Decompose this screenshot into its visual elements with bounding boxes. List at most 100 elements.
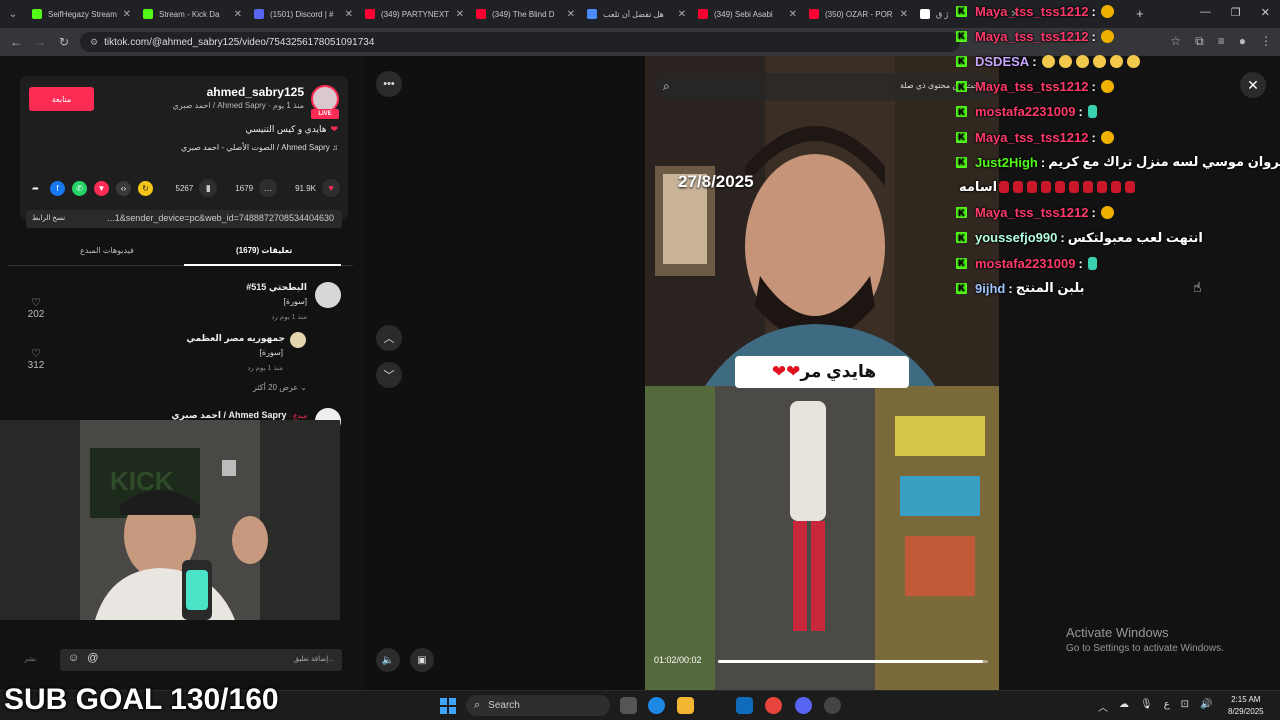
follow-button[interactable]: متابعة (29, 87, 94, 111)
bookmark-icon[interactable]: ▮ (199, 179, 218, 197)
chat-emote-icon (1058, 54, 1072, 68)
embed-code-icon[interactable]: ‹› (116, 181, 131, 196)
share-arrow-icon[interactable]: ➦ (28, 181, 43, 196)
comment-avatar[interactable] (290, 332, 306, 348)
browser-tab[interactable]: (1501) Discord | # ✕ (248, 0, 359, 28)
task-view-icon[interactable] (620, 697, 637, 714)
tray-chevron-up-icon[interactable]: ︿ (1098, 699, 1108, 714)
tab-close-icon[interactable]: ✕ (234, 9, 242, 20)
heart-emoji-icon: ❤ (330, 124, 338, 134)
view-more-replies[interactable]: عرض 20 أكثر ⌄ (253, 383, 307, 392)
edge-browser-icon[interactable] (648, 697, 665, 714)
previous-video-chevron-up-icon[interactable]: ︿ (376, 325, 402, 351)
microphone-icon[interactable]: 🎙 (1140, 699, 1153, 714)
comment-like-count: 312 (27, 360, 45, 371)
taskbar-clock[interactable]: 2:15 AM 8/29/2025 (1228, 694, 1264, 718)
facebook-icon[interactable]: f (50, 181, 65, 196)
post-comment-button[interactable]: نشر (24, 655, 36, 663)
author-username[interactable]: ahmed_sabry125 (207, 85, 304, 99)
browser-tab[interactable]: (349) PARTYNEXT ✕ (359, 0, 470, 28)
comment-heart-icon[interactable]: ♡ (26, 296, 46, 309)
tab-label: هل تفضل أن تلعب (603, 9, 664, 19)
chrome-icon[interactable] (765, 697, 782, 714)
tab-close-icon[interactable]: ✕ (789, 9, 797, 20)
tab-favicon-icon (698, 9, 708, 19)
repost-icon[interactable]: ↻ (138, 181, 153, 196)
taskbar-search[interactable]: ⌕ Search (466, 695, 610, 716)
keyboard-language[interactable]: ع (1164, 699, 1170, 714)
comment-avatar[interactable] (315, 282, 341, 308)
comment-meta[interactable]: منذ 1 يوم رد (271, 313, 307, 321)
sound-link[interactable]: الصوت الأصلي - احمد صبري / Ahmed Sapry ♫ (181, 143, 338, 152)
comment-input[interactable]: ☺ @ إضافة تعليق... (60, 649, 342, 671)
comment-heart-icon[interactable]: ♡ (26, 347, 46, 360)
tab-favicon-icon (587, 9, 597, 19)
discord-icon[interactable] (795, 697, 812, 714)
emoji-icon[interactable]: ☺ (68, 652, 79, 664)
tab-close-icon[interactable]: ✕ (123, 9, 131, 20)
comment-like[interactable]: ♡ 202 (26, 296, 46, 320)
share-link-text[interactable]: ...1&sender_device=pc&web_id=74888727085… (107, 213, 334, 223)
tab-close-icon[interactable]: ✕ (456, 9, 464, 20)
video-player[interactable]: 27/8/2025 ❤❤ هايدي مر 01:02/00:02 (645, 56, 999, 690)
chevron-down-icon: ⌄ (300, 383, 307, 392)
mention-at-icon[interactable]: @ (87, 652, 98, 664)
comment-meta[interactable]: منذ 1 يوم رد (247, 364, 283, 372)
chat-username: Maya_tss_tss1212 (975, 205, 1089, 221)
caption-overlay-hearts: ❤❤ (771, 362, 801, 381)
next-video-chevron-down-icon[interactable]: ﹀ (376, 362, 402, 388)
tab-creator-videos[interactable]: فيديوهات المبدع (80, 246, 134, 255)
whatsapp-icon[interactable]: ✆ (72, 181, 87, 196)
related-search-bar[interactable]: ⌕ ابحث عن محتوى ذي صلة (655, 73, 995, 101)
windows-start-icon[interactable] (440, 698, 456, 714)
browser-tab[interactable]: (350) OZAR - POR ✕ (803, 0, 914, 28)
search-icon[interactable]: ⌕ (663, 79, 670, 94)
tab-close-icon[interactable]: ✕ (678, 9, 686, 20)
chat-username: Just2High (975, 154, 1038, 170)
forward-arrow-icon[interactable]: → (28, 35, 52, 49)
tab-close-icon[interactable]: ✕ (345, 9, 353, 20)
tab-search-chevron-icon[interactable]: ⌄ (0, 0, 26, 28)
tab-close-icon[interactable]: ✕ (567, 9, 575, 20)
kick-badge-icon: K (956, 106, 967, 118)
url-field[interactable]: ⚙ tiktok.com/@ahmed_sabry125/video/75432… (80, 32, 960, 52)
send-to-friends-icon[interactable]: ▼ (94, 181, 109, 196)
chat-emote-icon (1111, 181, 1122, 194)
video-progress-bar[interactable] (718, 660, 988, 663)
music-note-icon: ♫ (332, 143, 338, 152)
site-info-icon[interactable]: ⚙ (90, 37, 98, 48)
browser-tab[interactable]: (349) The Blind D ✕ (470, 0, 581, 28)
video-caption-overlay: ❤❤ هايدي مر (735, 356, 909, 388)
picture-in-picture-icon[interactable]: ▣ (410, 648, 434, 672)
comment-username[interactable]: جمهوريه مصر العظمي (186, 333, 285, 344)
speaker-icon[interactable]: 🔊 (1200, 699, 1212, 714)
reload-icon[interactable]: ↻ (52, 35, 76, 49)
more-replies-text: عرض 20 أكثر (252, 383, 299, 392)
tab-favicon-icon (809, 9, 819, 19)
tab-comments[interactable]: تعليقات (1679) (236, 246, 292, 255)
comment-bubble-icon[interactable]: … (259, 179, 278, 197)
network-icon[interactable]: ⊡ (1181, 699, 1189, 714)
tab-close-icon[interactable]: ✕ (900, 9, 908, 20)
outlook-icon[interactable] (736, 697, 753, 714)
obs-icon[interactable] (824, 697, 841, 714)
screen: ⌄ SeifHegazy Stream ✕ Stream - Kick Da ✕ (15… (0, 0, 1280, 720)
kick-badge-icon: K (956, 156, 967, 168)
chat-username: mostafa2231009 (975, 104, 1076, 120)
back-arrow-icon[interactable]: ← (4, 35, 28, 49)
comment-like[interactable]: ♡ 312 (26, 347, 46, 371)
chat-message: K Just2High:ي سييف مروان موسي لسه منزل تر… (956, 151, 1280, 173)
onedrive-cloud-icon[interactable]: ☁ (1119, 699, 1129, 714)
volume-icon[interactable]: 🔈 (376, 648, 400, 672)
browser-tab[interactable]: هل تفضل أن تلعب ✕ (581, 0, 692, 28)
more-options-icon[interactable]: ••• (376, 71, 402, 97)
comment-username[interactable]: #البطحتي 515 (246, 282, 307, 293)
stream-sub-goal: SUB GOAL 130/160 (4, 683, 279, 716)
file-explorer-icon[interactable] (677, 697, 694, 714)
kick-badge-icon: K (956, 5, 967, 17)
browser-tab[interactable]: Stream - Kick Da ✕ (137, 0, 248, 28)
like-heart-icon[interactable]: ♥ (322, 179, 340, 197)
copy-link-button[interactable]: نسخ الرابط (32, 214, 65, 222)
browser-tab[interactable]: (349) Sebi Asabi ✕ (692, 0, 803, 28)
browser-tab[interactable]: SeifHegazy Stream ✕ (26, 0, 137, 28)
